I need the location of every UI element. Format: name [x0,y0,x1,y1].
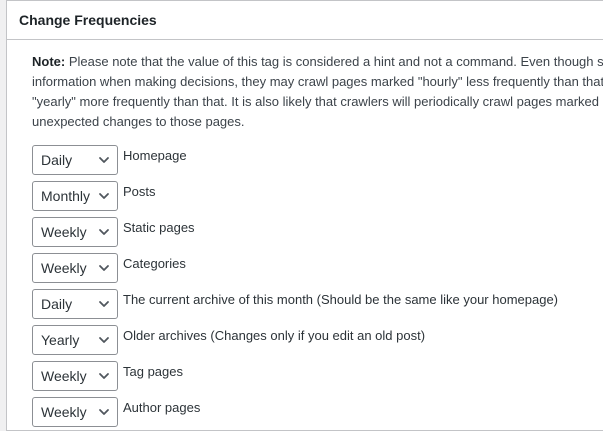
frequency-select-author-pages[interactable]: Weekly [32,397,118,427]
frequency-row-current-archive: Daily The current archive of this month … [32,288,603,320]
select-value: Weekly [41,404,87,420]
note-line-1-text: Please note that the value of this tag i… [65,54,603,69]
frequency-label-older-archives: Older archives (Changes only if you edit… [123,327,426,343]
chevron-down-icon [99,373,109,379]
frequency-select-current-archive[interactable]: Daily [32,289,118,319]
note-prefix: Note: [32,54,66,69]
frequency-select-categories[interactable]: Weekly [32,253,118,283]
frequency-label-posts: Posts [123,183,156,199]
frequency-select-tag-pages[interactable]: Weekly [32,361,118,391]
frequency-row-tag-pages: Weekly Tag pages [32,360,603,392]
frequency-label-static-pages: Static pages [123,219,195,235]
frequency-label-homepage: Homepage [123,147,187,163]
chevron-down-icon [99,409,109,415]
select-value: Monthly [41,188,91,204]
chevron-down-icon [99,229,109,235]
frequency-select-homepage[interactable]: Daily [32,145,118,175]
panel-body: Note: Please note that the value of this… [7,40,603,428]
chevron-down-icon [99,265,109,271]
frequency-label-author-pages: Author pages [123,399,201,415]
frequency-label-current-archive: The current archive of this month (Shoul… [123,291,559,307]
chevron-down-icon [99,337,109,343]
select-value: Weekly [41,224,87,240]
select-value: Weekly [41,260,87,276]
note-paragraph: Note: Please note that the value of this… [32,52,603,132]
note-line-3: "yearly" more frequently than that. It i… [32,94,603,109]
chevron-down-icon [99,301,109,307]
frequency-select-older-archives[interactable]: Yearly [32,325,118,355]
frequency-label-tag-pages: Tag pages [123,363,183,379]
note-line-1: Note: Please note that the value of this… [32,52,603,72]
frequency-row-posts: Monthly Posts [32,180,603,212]
note-line-4: unexpected changes to those pages. [32,114,245,129]
frequency-list: Daily Homepage Monthly Posts Weekly Stat… [32,144,603,428]
frequency-row-older-archives: Yearly Older archives (Changes only if y… [32,324,603,356]
panel-header: Change Frequencies [7,1,603,40]
select-value: Yearly [41,332,80,348]
frequency-label-categories: Categories [123,255,186,271]
frequency-row-homepage: Daily Homepage [32,144,603,176]
panel-title: Change Frequencies [19,12,157,28]
frequency-row-author-pages: Weekly Author pages [32,396,603,428]
note-line-2: information when making decisions, they … [32,74,603,89]
select-value: Weekly [41,368,87,384]
select-value: Daily [41,296,73,312]
frequency-select-posts[interactable]: Monthly [32,181,118,211]
change-frequencies-panel: Change Frequencies Note: Please note tha… [6,0,603,431]
frequency-select-static-pages[interactable]: Weekly [32,217,118,247]
chevron-down-icon [99,193,109,199]
frequency-row-static-pages: Weekly Static pages [32,216,603,248]
chevron-down-icon [99,157,109,163]
select-value: Daily [41,152,73,168]
frequency-row-categories: Weekly Categories [32,252,603,284]
